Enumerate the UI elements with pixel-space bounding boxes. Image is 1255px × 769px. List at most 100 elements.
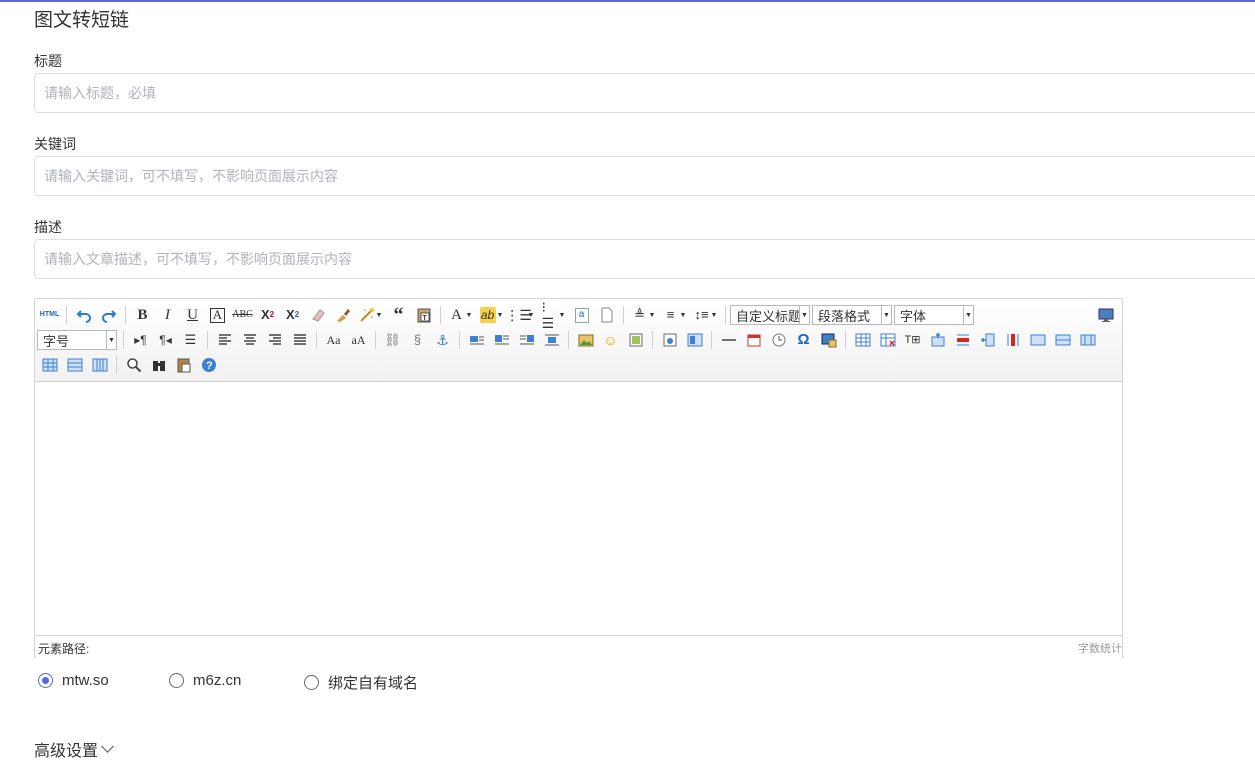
redo-button[interactable] <box>98 305 120 325</box>
insert-col-button[interactable] <box>977 330 999 350</box>
advanced-settings-toggle[interactable]: 高级设置 <box>34 737 114 761</box>
fullscreen-button[interactable] <box>1095 305 1117 325</box>
unordered-list-button[interactable]: ⁝☰ ▼ <box>540 299 568 331</box>
row-spacing-bottom-button[interactable]: ≡ ▼ <box>661 305 689 325</box>
chevron-down-icon: ▼ <box>527 311 535 319</box>
html-source-button[interactable]: HTML <box>39 305 61 325</box>
subscript-button[interactable]: X2 <box>282 305 304 325</box>
line-height-button[interactable]: ↕≡ ▼ <box>692 305 720 325</box>
radio-unchecked-icon <box>169 673 184 688</box>
align-left-button[interactable] <box>214 330 236 350</box>
ltr-button[interactable]: ▸¶ <box>130 330 152 350</box>
custom-heading-select[interactable]: 自定义标题 ▼ <box>730 305 810 325</box>
auto-typeset-button[interactable]: ▼ <box>357 305 385 325</box>
chevron-down-icon: ▼ <box>558 311 566 319</box>
paragraph-format-select[interactable]: 段落格式 ▼ <box>812 305 892 325</box>
insert-time-button[interactable] <box>768 330 790 350</box>
insert-row-button[interactable] <box>927 330 949 350</box>
domain-option-mtw[interactable]: mtw.so <box>38 672 109 689</box>
advanced-settings-label: 高级设置 <box>34 743 99 760</box>
font-color-button[interactable]: A ▼ <box>447 305 475 325</box>
image-left-button[interactable] <box>491 330 513 350</box>
background-color-button[interactable]: ab ▼ <box>478 305 506 325</box>
indent-button[interactable]: ☰ <box>180 330 202 350</box>
undo-button[interactable] <box>73 305 95 325</box>
align-right-button[interactable] <box>264 330 286 350</box>
image-none-button[interactable] <box>466 330 488 350</box>
merge-cells-button[interactable] <box>1027 330 1049 350</box>
font-size-select[interactable]: 字号 ▼ <box>37 330 117 350</box>
toolbar-row-3: ? <box>37 353 221 377</box>
chevron-down-icon: ▼ <box>679 311 687 319</box>
template-button[interactable] <box>684 330 706 350</box>
merge-right-button[interactable] <box>1052 330 1074 350</box>
unlink-button[interactable]: § <box>407 330 429 350</box>
anchor-button[interactable]: ⚓ <box>432 330 454 350</box>
rtl-button[interactable]: ¶◂ <box>155 330 177 350</box>
emotion-button[interactable]: ☺ <box>600 330 622 350</box>
ordered-list-button[interactable]: ⋮☰ ▼ <box>505 305 537 325</box>
spacing-top-icon: ≜ <box>634 307 645 322</box>
insert-video-button[interactable] <box>659 330 681 350</box>
table-caption-icon: T⊞ <box>904 334 921 346</box>
merge-down-button[interactable] <box>1077 330 1099 350</box>
keywords-input[interactable] <box>34 156 1255 196</box>
delete-col-button[interactable] <box>1002 330 1024 350</box>
paste-word-button[interactable] <box>173 355 195 375</box>
toolbar-separator <box>440 306 441 324</box>
help-button[interactable]: ? <box>198 355 220 375</box>
split-to-cells-button[interactable] <box>39 355 61 375</box>
row-spacing-top-button[interactable]: ≜ ▼ <box>630 305 658 325</box>
toolbar-separator <box>316 331 317 349</box>
to-lowercase-button[interactable]: aA <box>348 330 370 350</box>
italic-icon: I <box>165 307 170 323</box>
domain-option-m6z[interactable]: m6z.cn <box>169 672 241 689</box>
insert-table-button[interactable] <box>852 330 874 350</box>
wordimage-button[interactable] <box>818 330 840 350</box>
link-button[interactable]: ⛓ <box>382 330 404 350</box>
editor-content-area[interactable] <box>35 382 1122 635</box>
delete-table-button[interactable] <box>877 330 899 350</box>
font-family-select[interactable]: 字体 ▼ <box>894 305 974 325</box>
align-center-button[interactable] <box>239 330 261 350</box>
bold-button[interactable]: B <box>132 305 154 325</box>
search-replace-button[interactable] <box>148 355 170 375</box>
direction-rtl-icon: ¶◂ <box>159 333 172 347</box>
paste-plain-button[interactable]: T <box>413 305 435 325</box>
domain-option-label: m6z.cn <box>193 672 242 689</box>
select-all-button[interactable]: a <box>571 305 593 325</box>
superscript-button[interactable]: X2 <box>257 305 279 325</box>
split-to-cols-button[interactable] <box>89 355 111 375</box>
italic-button[interactable]: I <box>157 305 179 325</box>
horizontal-rule-button[interactable] <box>718 330 740 350</box>
delete-row-button[interactable] <box>952 330 974 350</box>
image-right-button[interactable] <box>516 330 538 350</box>
description-input[interactable] <box>34 239 1255 279</box>
special-chars-button[interactable]: Ω <box>793 330 815 350</box>
format-match-button[interactable] <box>332 305 354 325</box>
remove-format-button[interactable] <box>307 305 329 325</box>
domain-option-custom[interactable]: 绑定自有域名 <box>304 672 418 693</box>
anchor-icon: ⚓ <box>436 332 449 348</box>
video-icon <box>662 332 678 348</box>
insert-date-button[interactable] <box>743 330 765 350</box>
strikethrough-button[interactable]: ABC <box>232 305 254 325</box>
description-label: 描述 <box>34 219 62 235</box>
omega-icon: Ω <box>797 331 810 348</box>
preview-button[interactable] <box>123 355 145 375</box>
html-icon: HTML <box>39 311 60 318</box>
clear-doc-button[interactable] <box>596 305 618 325</box>
scrawl-button[interactable] <box>625 330 647 350</box>
underline-button[interactable]: U <box>182 305 204 325</box>
insert-caption-button[interactable]: T⊞ <box>902 330 924 350</box>
font-border-button[interactable]: A <box>207 305 229 325</box>
to-uppercase-button[interactable]: Aa <box>323 330 345 350</box>
image-center-button[interactable] <box>541 330 563 350</box>
chevron-down-icon: ▼ <box>496 311 504 319</box>
insert-image-button[interactable] <box>575 330 597 350</box>
split-to-rows-button[interactable] <box>64 355 86 375</box>
title-input[interactable] <box>34 73 1255 113</box>
align-justify-button[interactable] <box>289 330 311 350</box>
brush-icon <box>335 307 351 323</box>
blockquote-button[interactable]: “ <box>388 305 410 325</box>
